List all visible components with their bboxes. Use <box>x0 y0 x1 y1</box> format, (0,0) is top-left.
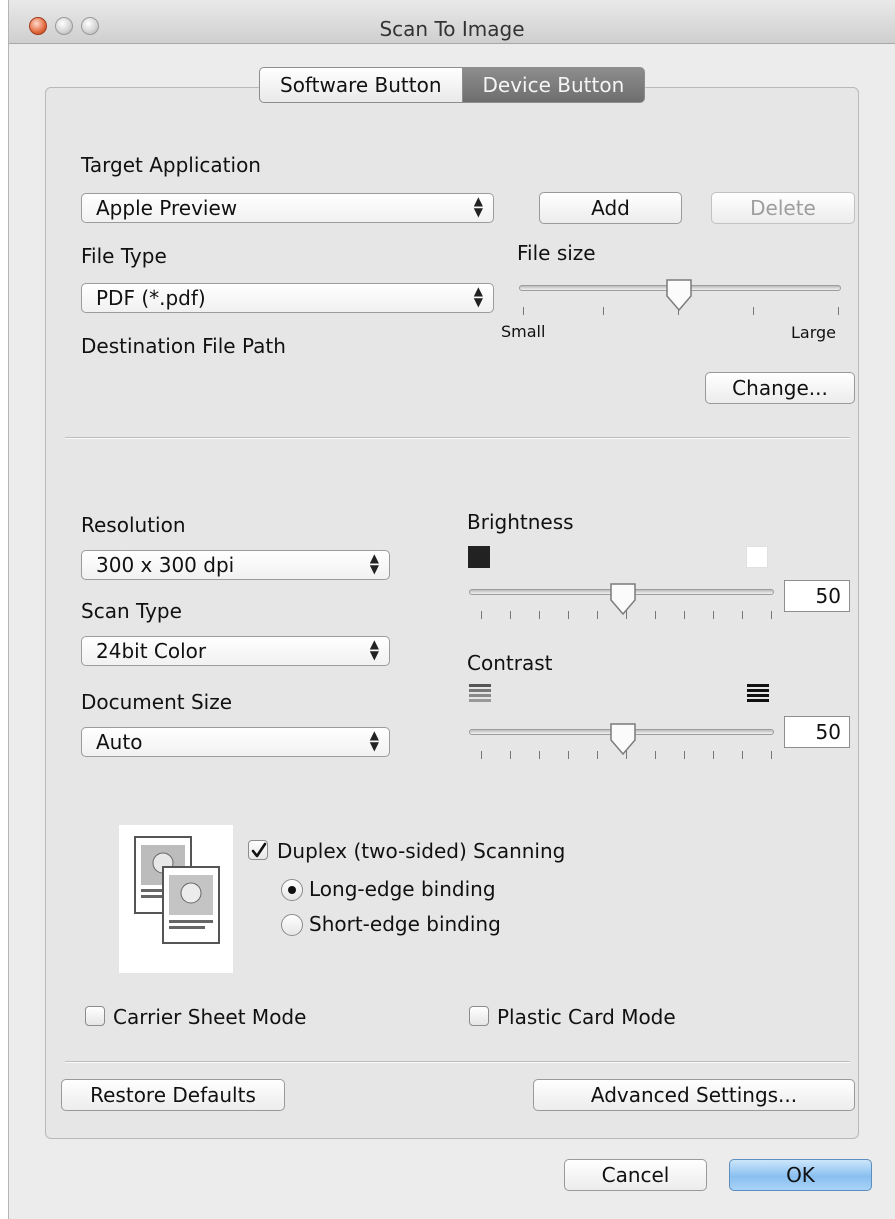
destination-file-path-label: Destination File Path <box>81 334 286 358</box>
updown-arrows-icon: ▲ ▼ <box>473 284 483 309</box>
slider-tick <box>539 611 540 619</box>
document-size-select[interactable]: Auto ▲ ▼ <box>81 727 390 757</box>
updown-arrows-icon: ▲ ▼ <box>473 194 483 219</box>
carrier-sheet-label: Carrier Sheet Mode <box>113 1005 307 1029</box>
document-size-label: Document Size <box>81 690 233 714</box>
slider-tick <box>713 611 714 619</box>
divider <box>65 1061 850 1063</box>
tab-software-button[interactable]: Software Button <box>259 67 463 103</box>
contrast-label: Contrast <box>467 651 553 675</box>
slider-tick <box>713 751 714 759</box>
short-edge-radio[interactable] <box>281 914 303 936</box>
low-contrast-icon <box>469 684 491 702</box>
slider-tick <box>684 751 685 759</box>
updown-arrows-icon: ▲ ▼ <box>369 728 379 753</box>
advanced-settings-button[interactable]: Advanced Settings... <box>533 1079 855 1111</box>
target-application-select[interactable]: Apple Preview ▲ ▼ <box>81 193 494 223</box>
resolution-select[interactable]: 300 x 300 dpi ▲ ▼ <box>81 550 390 580</box>
file-type-select[interactable]: PDF (*.pdf) ▲ ▼ <box>81 283 494 313</box>
duplex-label: Duplex (two-sided) Scanning <box>277 839 566 863</box>
resolution-label: Resolution <box>81 513 186 537</box>
slider-tick <box>626 751 627 759</box>
brightness-value-field[interactable]: 50 <box>784 580 850 612</box>
scan-type-value: 24bit Color <box>96 639 207 663</box>
target-application-label: Target Application <box>81 153 261 177</box>
light-square-icon <box>746 546 768 568</box>
slider-tick <box>597 751 598 759</box>
brightness-label: Brightness <box>467 510 574 534</box>
plastic-card-checkbox[interactable] <box>469 1006 489 1026</box>
slider-tick <box>771 611 772 619</box>
long-edge-label: Long-edge binding <box>309 877 496 901</box>
contrast-value-field[interactable]: 50 <box>784 716 850 748</box>
target-application-value: Apple Preview <box>96 196 238 220</box>
long-edge-radio[interactable] <box>281 879 303 901</box>
title-bar: Scan To Image <box>9 0 895 44</box>
carrier-sheet-checkbox[interactable] <box>85 1006 105 1026</box>
slider-tick <box>481 611 482 619</box>
slider-tick <box>838 307 839 315</box>
dark-square-icon <box>468 546 490 568</box>
scan-type-select[interactable]: 24bit Color ▲ ▼ <box>81 636 390 666</box>
slider-tick <box>597 611 598 619</box>
updown-arrows-icon: ▲ ▼ <box>369 637 379 662</box>
slider-tick <box>742 611 743 619</box>
ok-button[interactable]: OK <box>729 1159 872 1191</box>
button-mode-tabs: Software Button Device Button <box>259 67 646 103</box>
slider-tick <box>655 751 656 759</box>
restore-defaults-button[interactable]: Restore Defaults <box>61 1079 285 1111</box>
slider-tick <box>523 307 524 315</box>
delete-button[interactable]: Delete <box>711 192 855 224</box>
file-size-max-label: Large <box>791 323 837 342</box>
scan-type-label: Scan Type <box>81 599 182 623</box>
slider-tick <box>626 611 627 619</box>
slider-tick <box>684 611 685 619</box>
short-edge-label: Short-edge binding <box>309 912 501 936</box>
slider-tick <box>481 751 482 759</box>
updown-arrows-icon: ▲ ▼ <box>369 551 379 576</box>
duplex-checkbox[interactable] <box>248 840 268 860</box>
cancel-button[interactable]: Cancel <box>564 1159 707 1191</box>
slider-tick <box>568 611 569 619</box>
scan-to-image-window: Scan To Image Software Button Device But… <box>8 0 895 1219</box>
change-button[interactable]: Change... <box>705 372 855 404</box>
slider-tick <box>510 611 511 619</box>
tab-device-button[interactable]: Device Button <box>462 67 646 103</box>
checkmark-icon <box>251 842 267 858</box>
slider-tick <box>771 751 772 759</box>
slider-tick <box>539 751 540 759</box>
file-type-label: File Type <box>81 244 167 268</box>
file-size-min-label: Small <box>501 322 546 341</box>
resolution-value: 300 x 300 dpi <box>96 553 235 577</box>
duplex-document-icon <box>134 836 220 944</box>
file-size-label: File size <box>517 241 596 265</box>
contrast-slider-thumb[interactable] <box>609 722 637 756</box>
slider-tick <box>753 307 754 315</box>
slider-tick <box>568 751 569 759</box>
slider-tick <box>510 751 511 759</box>
high-contrast-icon <box>747 684 769 702</box>
window-title: Scan To Image <box>379 17 525 41</box>
add-button[interactable]: Add <box>539 192 682 224</box>
file-type-value: PDF (*.pdf) <box>96 286 206 310</box>
divider <box>65 437 850 439</box>
document-size-value: Auto <box>96 730 143 754</box>
duplex-preview <box>119 825 233 973</box>
plastic-card-label: Plastic Card Mode <box>497 1005 676 1029</box>
file-size-slider-thumb[interactable] <box>665 278 693 312</box>
slider-tick <box>603 307 604 315</box>
slider-tick <box>655 611 656 619</box>
brightness-slider-thumb[interactable] <box>609 582 637 616</box>
slider-tick <box>742 751 743 759</box>
